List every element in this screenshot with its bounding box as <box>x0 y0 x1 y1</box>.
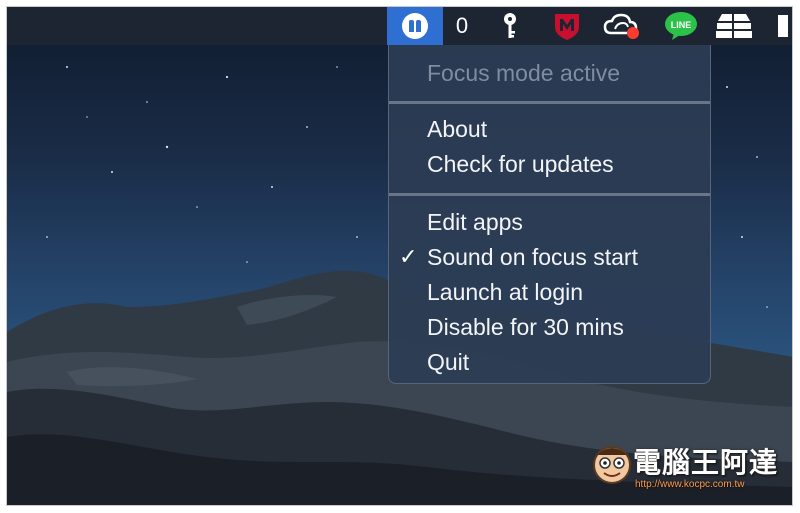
menu-item-about[interactable]: About <box>427 114 487 144</box>
menu-separator <box>389 101 710 104</box>
watermark-title: 電腦王阿達 <box>633 446 779 479</box>
key-icon <box>504 13 516 38</box>
mcafee-menu-button[interactable] <box>547 7 587 45</box>
partial-menu-button[interactable] <box>773 7 792 45</box>
notification-dot <box>627 27 639 39</box>
menu-item-disable-30-mins[interactable]: Disable for 30 mins <box>427 312 624 342</box>
focus-app-icon <box>402 13 428 39</box>
screenshot-frame: 0 LINE Focus mode active About Check for… <box>6 6 793 506</box>
menu-item-quit[interactable]: Quit <box>427 347 469 377</box>
line-menu-button[interactable]: LINE <box>661 7 701 45</box>
cloud-sync-icon <box>603 13 639 39</box>
key-menu-button[interactable] <box>495 7 525 45</box>
stack-menu-button[interactable] <box>712 7 756 45</box>
menu-item-focus-mode-active: Focus mode active <box>427 60 621 86</box>
menu-item-edit-apps[interactable]: Edit apps <box>427 207 523 237</box>
watermark-url: http://www.kocpc.com.tw <box>635 479 745 490</box>
dropdown-menu: Focus mode active About Check for update… <box>388 45 711 384</box>
stack-icon <box>716 14 752 38</box>
menu-item-launch-at-login[interactable]: Launch at login <box>427 277 583 307</box>
menu-item-check-for-updates[interactable]: Check for updates <box>427 149 614 179</box>
menubar-counter[interactable]: 0 <box>447 7 477 45</box>
cloud-sync-menu-button[interactable] <box>601 7 645 45</box>
line-label: LINE <box>670 20 692 30</box>
partial-icon <box>778 15 788 37</box>
menu-separator <box>389 193 710 196</box>
watermark: 電腦王阿達 http://www.kocpc.com.tw <box>591 439 781 499</box>
checkmark-icon: ✓ <box>399 244 418 269</box>
menu-item-sound-on-focus-start[interactable]: Sound on focus start <box>427 242 638 272</box>
mcafee-shield-icon <box>555 14 579 40</box>
menu-bar: 0 LINE <box>7 7 792 45</box>
mascot-logo <box>593 446 631 484</box>
focus-app-menu-button[interactable] <box>387 7 443 45</box>
